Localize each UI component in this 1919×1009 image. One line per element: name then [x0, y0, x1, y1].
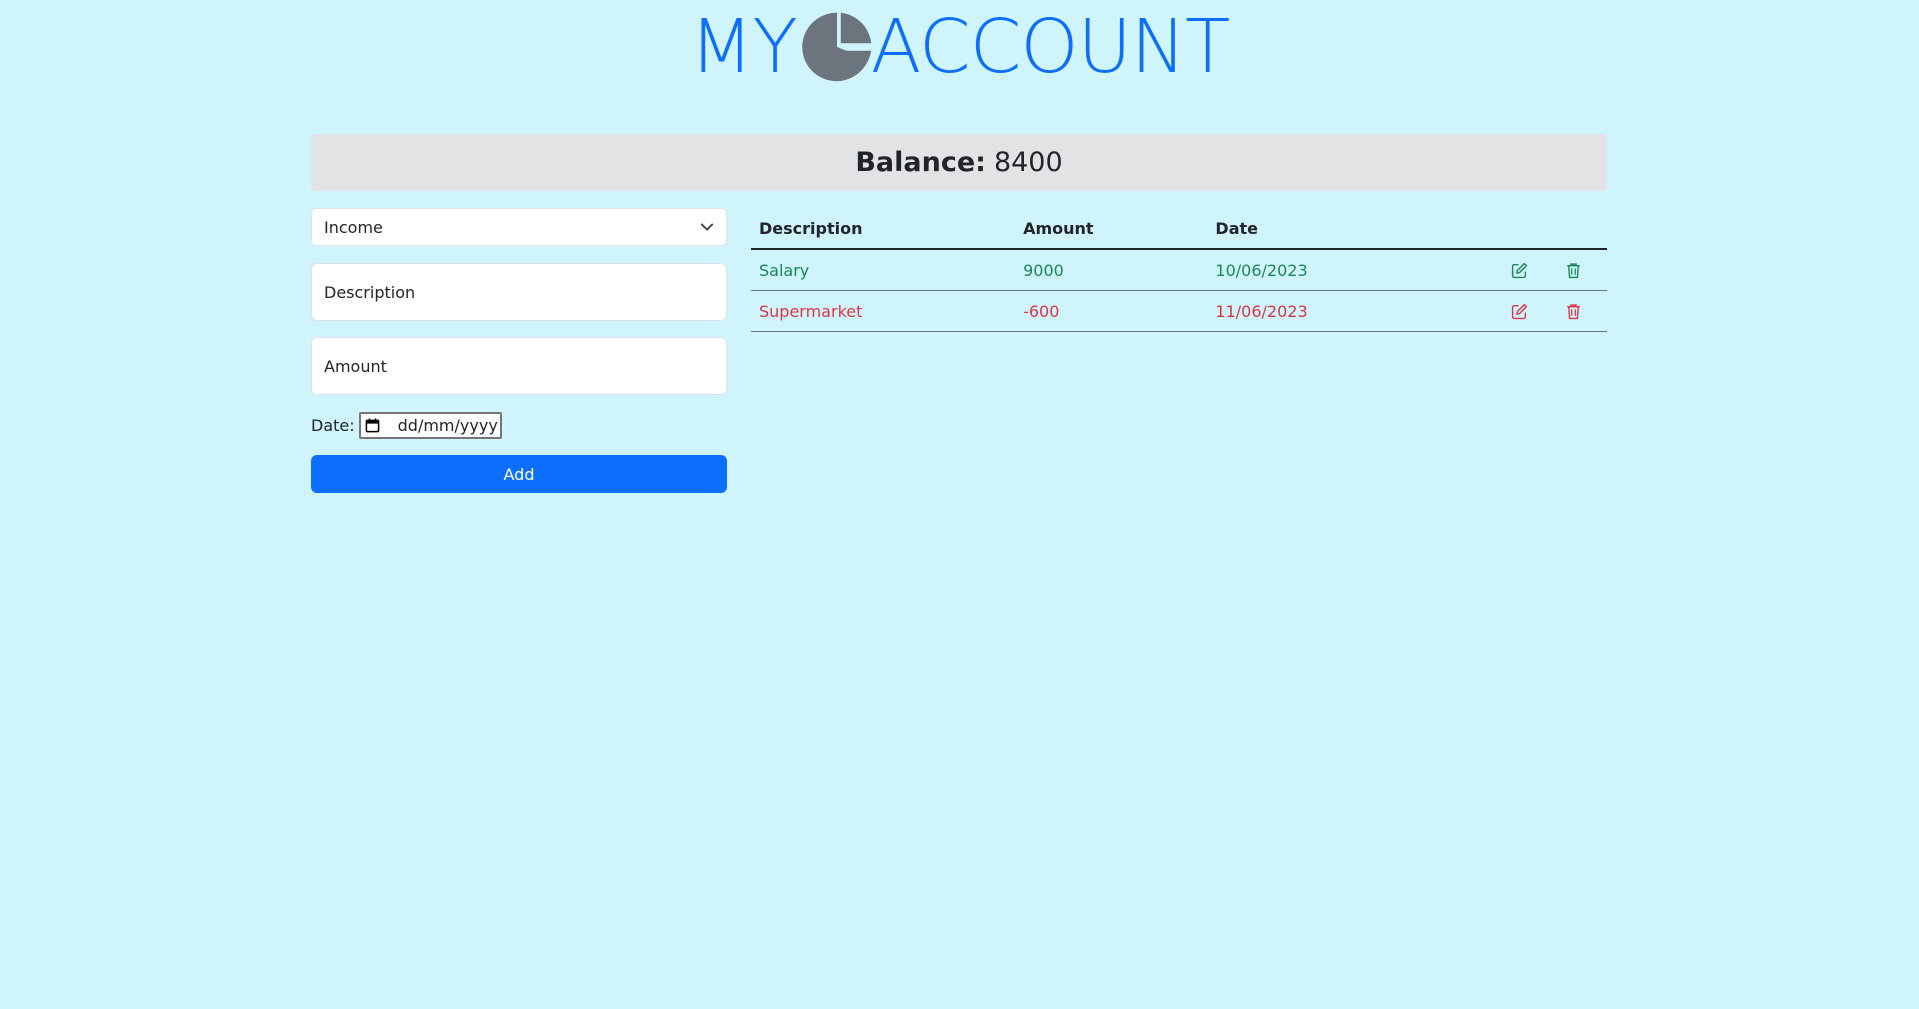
row-edit-cell [1499, 262, 1539, 279]
type-select[interactable]: Income [311, 208, 727, 246]
row-delete-cell [1539, 303, 1607, 320]
logo-text-account: ACCOUNT [870, 4, 1231, 90]
row-date: 10/06/2023 [1215, 260, 1308, 280]
date-label: Date: [311, 415, 355, 435]
table-header: Description Amount Date [751, 208, 1607, 250]
amount-field[interactable]: Amount [311, 337, 727, 395]
app-logo: MY ACCOUNT [0, 8, 1919, 86]
logo-text-my: MY [689, 4, 798, 90]
description-field[interactable]: Description [311, 263, 727, 321]
description-placeholder: Description [324, 282, 416, 302]
date-row: Date: dd/mm/yyyy [311, 411, 727, 439]
trash-icon[interactable] [1565, 262, 1582, 279]
balance-label: Balance: [855, 147, 986, 178]
date-placeholder: dd/mm/yyyy [397, 415, 498, 435]
row-date: 11/06/2023 [1215, 301, 1308, 321]
row-description: Salary [759, 260, 810, 280]
trash-icon[interactable] [1565, 303, 1582, 320]
balance-value: 8400 [993, 147, 1063, 178]
type-select-value: Income [324, 217, 383, 237]
calendar-icon[interactable] [365, 417, 380, 433]
pie-chart-icon [801, 12, 871, 82]
add-button-label: Add [503, 464, 535, 484]
balance-banner: Balance: 8400 [311, 134, 1607, 191]
edit-icon[interactable] [1511, 262, 1528, 279]
row-delete-cell [1539, 262, 1607, 279]
add-button[interactable]: Add [311, 455, 727, 493]
row-amount: -600 [1023, 301, 1060, 321]
header-description: Description [759, 218, 863, 238]
row-amount: 9000 [1023, 260, 1064, 280]
table-row: Supermarket -600 11/06/2023 [751, 291, 1607, 332]
amount-placeholder: Amount [324, 356, 387, 376]
table-row: Salary 9000 10/06/2023 [751, 250, 1607, 291]
header-amount: Amount [1023, 218, 1094, 238]
row-description: Supermarket [759, 301, 863, 321]
chevron-down-icon [700, 223, 714, 231]
header-date: Date [1215, 218, 1258, 238]
row-edit-cell [1499, 303, 1539, 320]
transaction-form: Income Description Amount Date: dd/mm/yy… [311, 208, 727, 493]
transactions-table: Description Amount Date Salary 9000 10/0… [751, 208, 1607, 332]
edit-icon[interactable] [1511, 303, 1528, 320]
date-input[interactable]: dd/mm/yyyy [358, 411, 502, 439]
